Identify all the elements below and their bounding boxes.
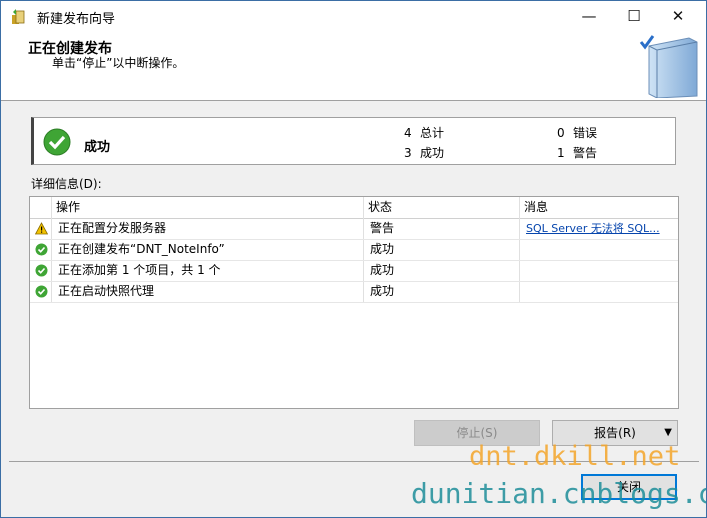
success-check-icon xyxy=(43,128,71,156)
summary-panel: 成功 4 总计 3 成功 0 错误 1 警告 xyxy=(31,117,676,165)
row-message-link[interactable]: SQL Server 无法将 SQL... xyxy=(526,218,660,239)
row-status: 成功 xyxy=(370,242,395,256)
report-button-label: 报告(R) xyxy=(594,426,636,440)
total-count: 4 总计 xyxy=(404,126,445,140)
title-bar: 新建发布向导 — ☐ ✕ xyxy=(1,1,706,32)
details-grid[interactable]: 操作 状态 消息 正在配置分发服务器 警告 SQL Server 无法将 SQL… xyxy=(29,196,679,409)
wizard-header: 正在创建发布 单击“停止”以中断操作。 xyxy=(1,32,706,101)
error-count: 0 错误 xyxy=(557,126,598,140)
summary-status: 成功 xyxy=(84,140,111,155)
close-window-button[interactable]: ✕ xyxy=(656,1,700,32)
row-action: 正在配置分发服务器 xyxy=(58,221,167,235)
row-status: 成功 xyxy=(370,284,395,298)
watermark-1: dnt.dkill.net xyxy=(469,441,681,472)
grid-header-row: 操作 状态 消息 xyxy=(30,197,678,219)
page-subtitle: 单击“停止”以中断操作。 xyxy=(52,56,185,70)
table-row[interactable]: 正在启动快照代理 成功 xyxy=(30,281,678,303)
table-row[interactable]: 正在创建发布“DNT_NoteInfo” 成功 xyxy=(30,239,678,261)
row-action: 正在启动快照代理 xyxy=(58,284,155,298)
warning-icon xyxy=(35,222,48,235)
row-action: 正在添加第 1 个项目，共 1 个 xyxy=(58,263,221,277)
book-check-icon xyxy=(639,35,698,98)
column-header-action[interactable]: 操作 xyxy=(56,197,80,218)
maximize-button[interactable]: ☐ xyxy=(612,1,656,32)
success-icon xyxy=(35,264,48,277)
table-row[interactable]: 正在配置分发服务器 警告 SQL Server 无法将 SQL... xyxy=(30,218,678,240)
wizard-window: 新建发布向导 — ☐ ✕ 正在创建发布 单击“停止”以中断操作。 成功 4 总计… xyxy=(0,0,707,518)
success-count: 3 成功 xyxy=(404,146,445,160)
column-header-status[interactable]: 状态 xyxy=(368,197,392,218)
row-status: 警告 xyxy=(370,221,395,235)
wizard-app-icon xyxy=(12,9,25,24)
success-icon xyxy=(35,285,48,298)
window-title: 新建发布向导 xyxy=(37,12,116,27)
watermark-2: dunitian.cnblogs.com xyxy=(411,477,706,510)
details-label: 详细信息(D): xyxy=(31,177,102,191)
row-action: 正在创建发布“DNT_NoteInfo” xyxy=(58,242,225,256)
column-header-message[interactable]: 消息 xyxy=(524,197,548,218)
warning-count: 1 警告 xyxy=(557,146,598,160)
minimize-button[interactable]: — xyxy=(567,1,611,32)
table-row[interactable]: 正在添加第 1 个项目，共 1 个 成功 xyxy=(30,260,678,282)
success-icon xyxy=(35,243,48,256)
row-status: 成功 xyxy=(370,263,395,277)
